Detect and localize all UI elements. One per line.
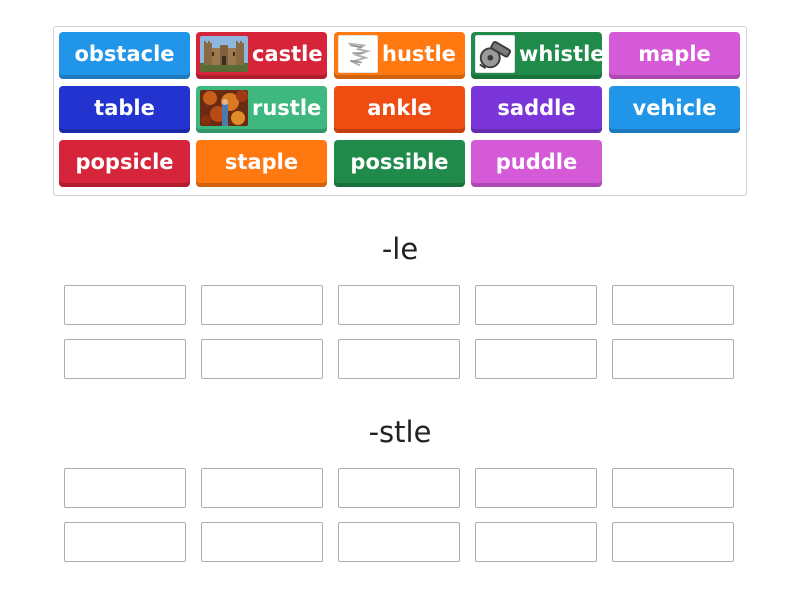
drop-slot[interactable] — [612, 468, 734, 508]
tile-label: whistle — [519, 42, 605, 66]
drop-slot[interactable] — [201, 468, 323, 508]
drop-slot[interactable] — [64, 339, 186, 379]
tile-label: obstacle — [74, 42, 175, 66]
drop-slot[interactable] — [64, 522, 186, 562]
drop-slot[interactable] — [338, 339, 460, 379]
drop-slot[interactable] — [612, 522, 734, 562]
tile-maple[interactable]: maple — [609, 32, 740, 79]
rustling-leaves-photo — [200, 90, 248, 126]
tile-label: possible — [350, 150, 449, 174]
drop-slot[interactable] — [338, 468, 460, 508]
tile-obstacle[interactable]: obstacle — [59, 32, 190, 79]
tile-label: popsicle — [75, 150, 174, 174]
tile-popsicle[interactable]: popsicle — [59, 140, 190, 187]
drop-slot[interactable] — [612, 285, 734, 325]
drop-slot[interactable] — [64, 285, 186, 325]
group-heading-stle: -stle — [368, 415, 432, 449]
word-bank: obstacle castle hustle whistle maple tab… — [53, 26, 747, 196]
tile-whistle[interactable]: whistle — [471, 32, 605, 79]
tile-vehicle[interactable]: vehicle — [609, 86, 740, 133]
tile-possible[interactable]: possible — [334, 140, 465, 187]
drop-slot[interactable] — [64, 468, 186, 508]
tile-label: ankle — [367, 96, 432, 120]
tile-puddle[interactable]: puddle — [471, 140, 602, 187]
tile-label: hustle — [382, 42, 456, 66]
drop-slot[interactable] — [338, 522, 460, 562]
drop-slot[interactable] — [338, 285, 460, 325]
drop-slot[interactable] — [612, 339, 734, 379]
drop-slot[interactable] — [475, 339, 597, 379]
tile-label: rustle — [252, 96, 322, 120]
tile-table[interactable]: table — [59, 86, 190, 133]
whistle-icon — [475, 35, 515, 73]
tile-hustle[interactable]: hustle — [334, 32, 465, 79]
tile-label: table — [94, 96, 155, 120]
tile-staple[interactable]: staple — [196, 140, 327, 187]
hustle-icon — [338, 35, 378, 73]
drop-slot[interactable] — [201, 522, 323, 562]
drop-slot[interactable] — [201, 285, 323, 325]
tile-ankle[interactable]: ankle — [334, 86, 465, 133]
drop-slot[interactable] — [201, 339, 323, 379]
tile-saddle[interactable]: saddle — [471, 86, 602, 133]
tile-label: staple — [224, 150, 299, 174]
tile-label: saddle — [497, 96, 576, 120]
tile-label: castle — [252, 42, 323, 66]
tile-rustle[interactable]: rustle — [196, 86, 327, 133]
drop-slot[interactable] — [475, 522, 597, 562]
tile-label: puddle — [495, 150, 578, 174]
tile-label: maple — [638, 42, 711, 66]
drop-slot[interactable] — [475, 468, 597, 508]
castle-photo — [200, 36, 248, 72]
tile-castle[interactable]: castle — [196, 32, 327, 79]
drop-slot[interactable] — [475, 285, 597, 325]
group-heading-le: -le — [381, 232, 419, 266]
tile-label: vehicle — [632, 96, 717, 120]
